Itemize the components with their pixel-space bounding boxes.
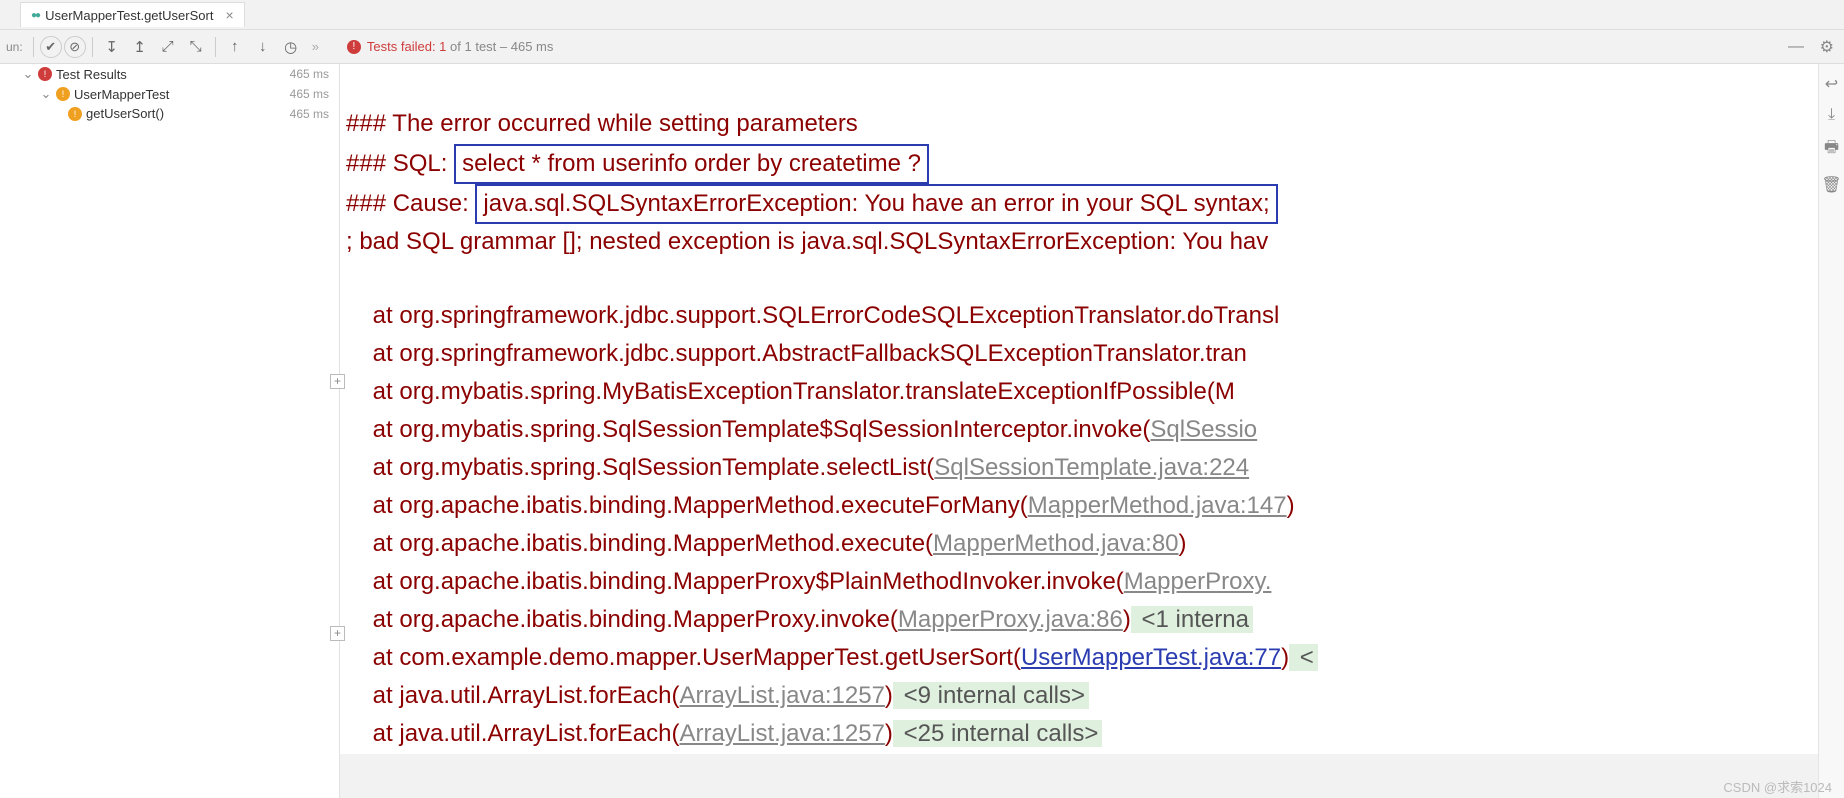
trace-line: at java.util.ArrayList.forEach( (346, 720, 679, 747)
test-run-icon: ●● (31, 10, 39, 21)
trace-line: at org.springframework.jdbc.support.SQLE… (346, 302, 1279, 329)
trace-line: at org.springframework.jdbc.support.Abst… (346, 340, 1247, 367)
trace-line: at org.apache.ibatis.binding.MapperMetho… (346, 530, 933, 557)
tree-method-time: 465 ms (290, 107, 329, 121)
source-link[interactable]: MapperProxy.java:86 (898, 606, 1123, 633)
cause-box: java.sql.SQLSyntaxErrorException: You ha… (475, 184, 1277, 224)
source-link[interactable]: UserMapperTest.java:77 (1021, 644, 1281, 671)
tree-class-time: 465 ms (290, 87, 329, 101)
prev-icon[interactable]: ↑ (222, 34, 248, 60)
source-link[interactable]: SqlSessio (1150, 416, 1257, 443)
grammar-line: ; bad SQL grammar []; nested exception i… (346, 228, 1268, 255)
source-link[interactable]: ArrayList.java:1257 (679, 720, 884, 747)
source-link[interactable]: MapperMethod.java:80 (933, 530, 1178, 557)
internal-calls[interactable]: <25 internal calls> (893, 720, 1102, 747)
sql-prefix: ### SQL: (346, 150, 454, 177)
tab-label: UserMapperTest.getUserSort (45, 8, 213, 23)
source-link[interactable]: ArrayList.java:1257 (679, 682, 884, 709)
sql-query-box: select * from userinfo order by createti… (454, 144, 929, 184)
failed-text: Tests failed: 1 (367, 39, 447, 54)
summary-rest: of 1 test – 465 ms (446, 39, 553, 54)
run-toolbar: un: ✔ ⊘ ↧ ↥ ⤢ ⤡ ↑ ↓ ◷ » ! Tests failed: … (0, 30, 1844, 64)
print-icon[interactable]: 🖶 (1824, 136, 1839, 163)
fold-icon[interactable]: + (330, 626, 345, 641)
trace-line: at org.apache.ibatis.binding.MapperProxy… (346, 606, 898, 633)
tree-root-time: 465 ms (290, 67, 329, 81)
trace-line: at org.apache.ibatis.binding.MapperProxy… (346, 568, 1124, 595)
internal-calls[interactable]: <9 internal calls> (893, 682, 1089, 709)
scroll-end-icon[interactable]: ⤓ (1828, 106, 1835, 124)
source-link[interactable]: MapperProxy. (1124, 568, 1272, 595)
next-icon[interactable]: ↓ (250, 34, 276, 60)
history-icon[interactable]: ◷ (278, 34, 304, 60)
error-line: ### The error occurred while setting par… (346, 110, 858, 137)
collapse-icon[interactable]: ⤡ (183, 34, 209, 60)
console-output[interactable]: ### The error occurred while setting par… (340, 64, 1844, 754)
fold-icon[interactable]: + (330, 374, 345, 389)
fail-icon: ! (347, 40, 361, 54)
internal-calls[interactable]: < (1289, 644, 1318, 671)
watermark: CSDN @求索1024 (1723, 777, 1832, 796)
delete-icon[interactable]: 🗑 (1821, 175, 1841, 195)
warn-icon: ! (56, 87, 70, 101)
run-summary: ! Tests failed: 1 of 1 test – 465 ms (347, 39, 553, 54)
chevron-down-icon[interactable]: ⌄ (40, 86, 52, 102)
close-icon[interactable]: × (225, 7, 233, 23)
warn-icon: ! (68, 107, 82, 121)
source-link[interactable]: MapperMethod.java:147 (1028, 492, 1287, 519)
ignore-filter-button[interactable]: ⊘ (64, 36, 86, 58)
minimize-icon[interactable]: — (1788, 38, 1804, 56)
sort-down-icon[interactable]: ↧ (99, 34, 125, 60)
expand-icon[interactable]: ⤢ (155, 34, 181, 60)
trace-line: at org.mybatis.spring.SqlSessionTemplate… (346, 416, 1150, 443)
trace-line: at java.util.ArrayList.forEach( (346, 682, 679, 709)
gear-icon[interactable]: ⚙ (1820, 37, 1834, 57)
tree-class-label[interactable]: UserMapperTest (74, 87, 169, 102)
cause-prefix: ### Cause: (346, 190, 475, 217)
trace-line: at com.example.demo.mapper.UserMapperTes… (346, 644, 1021, 671)
run-prefix: un: (6, 40, 23, 54)
soft-wrap-icon[interactable]: ↩ (1825, 74, 1838, 94)
pass-filter-button[interactable]: ✔ (40, 36, 62, 58)
trace-line: at org.mybatis.spring.SqlSessionTemplate… (346, 454, 934, 481)
fail-icon: ! (38, 67, 52, 81)
trace-line: at org.apache.ibatis.binding.MapperMetho… (346, 492, 1028, 519)
chevron-down-icon[interactable]: ⌄ (22, 66, 34, 82)
internal-calls[interactable]: <1 interna (1131, 606, 1253, 633)
file-tab[interactable]: ●● UserMapperTest.getUserSort × (20, 2, 245, 27)
test-tree: ⌄ ! Test Results 465 ms ⌄ ! UserMapperTe… (0, 64, 340, 798)
tree-root-label[interactable]: Test Results (56, 67, 127, 82)
right-gutter: ↩ ⤓ 🖶 🗑 (1818, 64, 1844, 798)
sort-up-icon[interactable]: ↥ (127, 34, 153, 60)
tree-method-label[interactable]: getUserSort() (86, 106, 164, 121)
trace-line: at org.mybatis.spring.MyBatisExceptionTr… (346, 378, 1235, 405)
source-link[interactable]: SqlSessionTemplate.java:224 (934, 454, 1249, 481)
